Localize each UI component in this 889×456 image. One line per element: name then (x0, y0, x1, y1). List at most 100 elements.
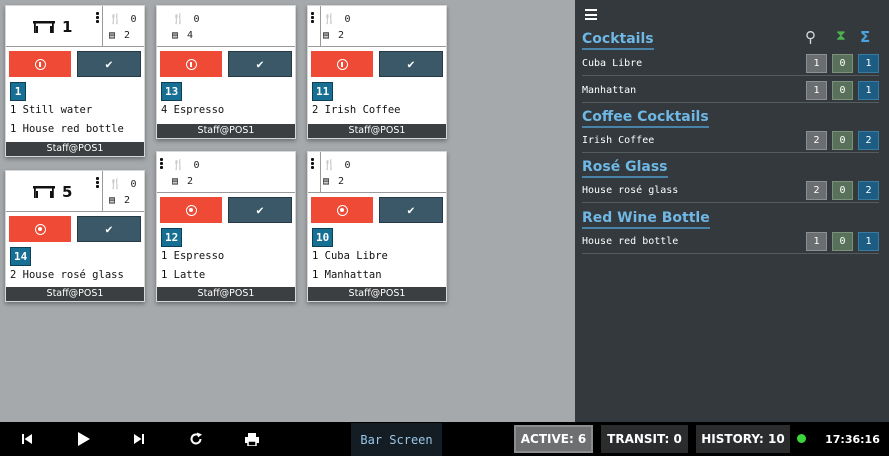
count-waiting: 2 (806, 180, 827, 200)
count-in-progress: 0 (832, 231, 853, 251)
summary-row[interactable]: Cuba Libre 1 0 1 (582, 51, 879, 76)
count-in-progress: 0 (832, 130, 853, 150)
summary-row[interactable]: Manhattan 1 0 1 (582, 78, 879, 103)
record-ring-icon (185, 204, 197, 216)
card-menu-icon[interactable] (96, 177, 99, 189)
complete-button[interactable]: ✔ (379, 51, 443, 77)
waiter-icon: ⚲ (805, 28, 816, 46)
complete-button[interactable]: ✔ (228, 51, 292, 77)
double-check-icon: ✔ (105, 57, 113, 71)
count-total: 1 (858, 231, 879, 251)
header-divider (320, 6, 321, 47)
order-item: 1 Latte (161, 269, 206, 281)
count-in-progress: 0 (832, 80, 853, 100)
print-button[interactable] (237, 422, 267, 456)
pause-button[interactable] (311, 51, 373, 77)
complete-button[interactable]: ✔ (77, 51, 141, 77)
card-counts: 🍴 0 ▤ 2 (109, 177, 136, 209)
card-footer: Staff@POS1 (6, 287, 144, 301)
skip-back-button[interactable] (12, 422, 42, 456)
card-counts: 🍴 0 ▤ 2 (323, 12, 350, 44)
summary-row[interactable]: Irish Coffee 2 0 2 (582, 128, 879, 153)
table-indicator: 5 (6, 171, 103, 212)
order-number-badge: 11 (312, 82, 334, 101)
complete-button[interactable]: ✔ (77, 216, 141, 242)
skip-forward-button[interactable] (124, 422, 154, 456)
pause-button[interactable] (160, 51, 222, 77)
receipt-icon: ▤ (172, 30, 179, 41)
pause-button[interactable] (9, 51, 71, 77)
order-number-badge: 1 (10, 82, 26, 101)
receipt-icon: ▤ (109, 195, 116, 206)
order-item: 1 Still water (10, 104, 93, 116)
order-count: 2 (187, 176, 194, 187)
order-card[interactable]: 🍴 0 ▤ 2 ✔ 10 1 Cuba Libre 1 Manhattan Staf… (307, 151, 447, 302)
complete-button[interactable]: ✔ (228, 197, 292, 223)
order-card[interactable]: 1 🍴 0 ▤ 2 ✔ 1 1 Still water 1 House red bo… (5, 5, 145, 157)
summary-panel: ⚲ ⧗ Σ Cocktails Cuba Libre 1 0 1 Manhatt… (575, 0, 889, 422)
card-header: 🍴 0 ▤ 2 (157, 152, 295, 193)
card-counts: 🍴 0 ▤ 2 (172, 158, 199, 190)
table-icon (33, 20, 55, 33)
play-icon (77, 432, 90, 446)
category-heading: Cocktails (582, 31, 654, 50)
summary-row[interactable]: House red bottle 1 0 1 (582, 229, 879, 254)
order-number-badge: 10 (312, 228, 334, 247)
guest-count: 0 (193, 14, 200, 25)
record-ring-icon (336, 204, 348, 216)
cutlery-icon: 🍴 (323, 160, 336, 171)
order-count: 2 (338, 176, 345, 187)
cutlery-icon: 🍴 (172, 160, 185, 171)
order-count: 2 (124, 30, 131, 41)
order-card[interactable]: 🍴 0 ▤ 4 ✔ 13 4 Espresso Staff@POS1 (156, 5, 296, 139)
card-menu-icon[interactable] (311, 158, 314, 170)
card-footer: Staff@POS1 (308, 124, 446, 138)
clock: 17:36:16 (825, 432, 880, 446)
history-tab[interactable]: HISTORY: 10 (696, 425, 790, 453)
item-name: Manhattan (582, 84, 637, 96)
table-number: 5 (62, 182, 73, 201)
summary-row[interactable]: House rosé glass 2 0 2 (582, 178, 879, 203)
count-waiting: 2 (806, 130, 827, 150)
count-waiting: 1 (806, 53, 827, 73)
pause-ring-icon (34, 58, 46, 70)
complete-button[interactable]: ✔ (379, 197, 443, 223)
record-button[interactable] (160, 197, 222, 223)
count-waiting: 1 (806, 80, 827, 100)
record-button[interactable] (9, 216, 71, 242)
card-menu-icon[interactable] (311, 12, 314, 24)
hamburger-menu-icon[interactable] (585, 9, 597, 23)
order-card[interactable]: 5 🍴 0 ▤ 2 ✔ 14 2 House rosé glass Staff@PO… (5, 170, 145, 302)
order-item: 2 Irish Coffee (312, 104, 401, 116)
refresh-button[interactable] (181, 422, 211, 456)
cutlery-icon: 🍴 (323, 14, 336, 25)
order-card[interactable]: 🍴 0 ▤ 2 ✔ 11 2 Irish Coffee Staff@POS1 (307, 5, 447, 139)
record-button[interactable] (311, 197, 373, 223)
skip-back-icon (22, 434, 32, 444)
count-in-progress: 0 (832, 53, 853, 73)
skip-forward-icon (134, 434, 144, 444)
guest-count: 0 (130, 179, 137, 190)
count-total: 1 (858, 80, 879, 100)
table-icon (33, 185, 55, 198)
guest-count: 0 (344, 160, 351, 171)
order-items: 1 Still water 1 House red bottle (6, 101, 144, 139)
transit-tab[interactable]: TRANSIT: 0 (601, 425, 688, 453)
card-footer: Staff@POS1 (157, 287, 295, 301)
header-divider (320, 152, 321, 193)
order-items: 1 Espresso 1 Latte (157, 247, 295, 285)
printer-icon (245, 432, 259, 446)
active-tab[interactable]: ACTIVE: 6 (514, 425, 593, 453)
card-menu-icon[interactable] (96, 12, 99, 24)
order-card[interactable]: 🍴 0 ▤ 2 ✔ 12 1 Espresso 1 Latte Staff@POS1 (156, 151, 296, 302)
order-items: 2 House rosé glass (6, 266, 144, 285)
double-check-icon: ✔ (407, 57, 415, 71)
play-button[interactable] (68, 422, 98, 456)
item-name: House red bottle (582, 235, 679, 247)
order-number-badge: 14 (10, 247, 32, 266)
card-menu-icon[interactable] (160, 158, 163, 170)
order-item: 2 House rosé glass (10, 269, 124, 281)
order-item: 1 Manhattan (312, 269, 382, 281)
count-total: 1 (858, 53, 879, 73)
double-check-icon: ✔ (105, 222, 113, 236)
